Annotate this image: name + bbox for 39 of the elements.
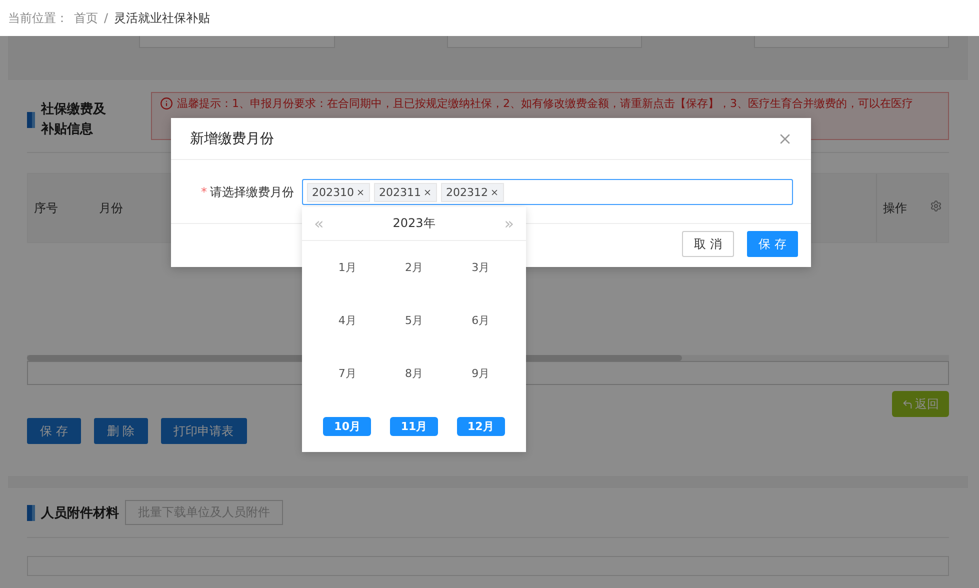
section-title: 社保缴费及补贴信息 [41,101,107,139]
column-header: 操作 [883,200,907,217]
dialog-title: 新增缴费月份 [190,130,274,148]
month-cell[interactable]: 9月 [456,364,505,383]
info-icon [160,97,173,110]
section-title: 人员附件材料 [41,504,119,522]
month-cell[interactable]: 2月 [390,258,438,277]
month-tag: 202312 [441,182,504,202]
month-cell[interactable]: 7月 [323,364,372,383]
remove-icon[interactable] [490,188,499,196]
month-cell[interactable]: 4月 [323,311,372,330]
breadcrumb-label: 当前位置： [8,10,68,26]
number-field[interactable] [754,36,949,48]
required-mark: * [201,184,207,198]
month-cell[interactable]: 5月 [390,311,438,330]
notice-text: 温馨提示：1、申报月份要求：在合同期中，且已按规定缴纳社保，2、如有修改缴费金额，请重新点击【保存】，3、医疗生育合并缴费的，可以在医疗 [177,97,913,110]
month-cell[interactable]: 8月 [390,364,438,383]
month-tag: 202311 [374,182,437,202]
year-label: 2023年 [392,215,436,232]
month-cell[interactable]: 1月 [323,258,372,277]
field-label: * 请选择缴费月份 [200,184,295,200]
settings-icon[interactable] [930,200,942,212]
breadcrumb-link[interactable]: 首页 [74,10,98,26]
month-tag: 202310 [307,182,370,202]
section-marker [27,112,35,128]
breadcrumb-link[interactable]: 灵活就业社保补贴 [114,10,210,26]
month-select[interactable]: 202310 202311 202312 [302,179,793,205]
remove-icon[interactable] [423,188,432,196]
date-field[interactable] [447,36,642,48]
return-icon [902,398,913,410]
cancel-button[interactable]: 取 消 [682,231,734,257]
column-header: 月份 [98,200,124,217]
month-cell[interactable]: 6月 [456,311,505,330]
month-cell[interactable]: 3月 [456,258,505,277]
amount-field[interactable] [139,36,335,48]
breadcrumb-separator: / [104,11,108,25]
section-marker [27,504,35,520]
remove-icon[interactable] [356,188,365,196]
column-header: 序号 [33,200,59,217]
